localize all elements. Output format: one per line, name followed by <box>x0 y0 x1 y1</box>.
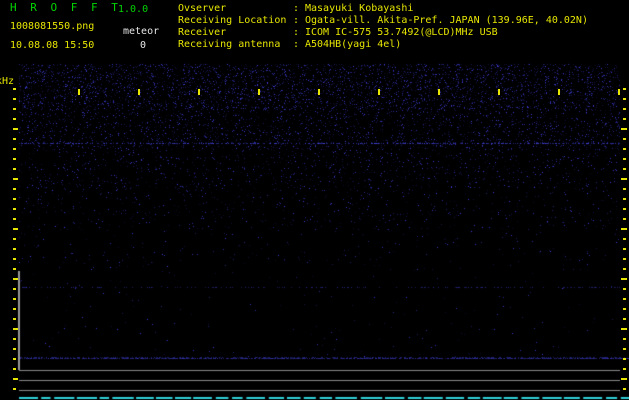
axis-tick <box>13 98 16 100</box>
axis-tick <box>623 148 626 150</box>
axis-tick <box>621 278 627 280</box>
axis-tick <box>13 318 16 320</box>
axis-tick <box>623 358 626 360</box>
app-version: 1.0.0 <box>118 4 149 15</box>
axis-tick <box>623 218 626 220</box>
axis-tick <box>623 198 626 200</box>
output-filename: 1008081550.png <box>10 21 95 32</box>
axis-tick <box>623 108 626 110</box>
spectrogram-canvas <box>0 0 629 400</box>
axis-tick <box>623 238 626 240</box>
station-info-row: Receiver: ICOM IC-575 53.7492(@LCD)MHz US… <box>178 27 498 39</box>
hrofft-window: H R O F F T 1.0.0 1008081550.png meteor … <box>0 0 629 400</box>
axis-tick <box>623 338 626 340</box>
info-label: Receiver <box>178 27 227 38</box>
axis-tick <box>13 128 18 130</box>
axis-tick <box>13 188 16 190</box>
axis-tick <box>258 89 260 95</box>
info-value: Ogata-vill. Akita-Pref. JAPAN (139.96E, … <box>305 15 588 26</box>
axis-tick <box>13 348 16 350</box>
axis-tick <box>623 158 626 160</box>
axis-tick <box>623 88 626 90</box>
axis-tick <box>13 338 16 340</box>
axis-tick <box>623 318 626 320</box>
axis-tick <box>13 378 18 380</box>
axis-tick <box>623 348 626 350</box>
observation-mode: meteor <box>123 26 160 37</box>
info-separator: : <box>293 3 300 14</box>
axis-tick <box>78 89 80 95</box>
axis-tick <box>621 178 627 180</box>
axis-tick <box>13 138 16 140</box>
axis-tick <box>623 98 626 100</box>
axis-tick <box>623 168 626 170</box>
axis-tick <box>498 89 500 95</box>
axis-tick <box>623 208 626 210</box>
axis-tick <box>13 248 16 250</box>
axis-tick <box>13 388 16 390</box>
info-label: Receiving antenna <box>178 39 281 50</box>
info-separator: : <box>293 15 300 26</box>
axis-tick <box>623 268 626 270</box>
axis-tick <box>623 118 626 120</box>
axis-tick <box>198 89 200 95</box>
axis-tick <box>621 128 627 130</box>
axis-tick <box>623 368 626 370</box>
axis-tick <box>13 328 18 330</box>
axis-tick <box>438 89 440 95</box>
axis-tick <box>13 218 16 220</box>
axis-tick <box>623 248 626 250</box>
axis-tick <box>623 388 626 390</box>
axis-tick <box>13 178 18 180</box>
axis-tick <box>13 358 16 360</box>
axis-tick <box>623 308 626 310</box>
axis-tick <box>13 148 16 150</box>
axis-tick <box>13 298 16 300</box>
axis-tick <box>621 378 627 380</box>
axis-tick <box>623 138 626 140</box>
axis-tick <box>318 89 320 95</box>
axis-tick <box>13 238 16 240</box>
axis-tick <box>621 228 627 230</box>
axis-tick <box>13 158 16 160</box>
info-label: Ovserver <box>178 3 227 14</box>
axis-tick <box>138 89 140 95</box>
axis-tick <box>13 368 16 370</box>
freq-axis-unit-label: kHz <box>0 76 15 87</box>
axis-tick <box>623 288 626 290</box>
info-value: Masayuki Kobayashi <box>305 3 414 14</box>
station-info-row: Ovserver: Masayuki Kobayashi <box>178 3 413 15</box>
axis-tick <box>13 288 16 290</box>
axis-tick <box>623 298 626 300</box>
axis-tick <box>13 208 16 210</box>
info-label: Receiving Location <box>178 15 287 26</box>
axis-tick <box>558 89 560 95</box>
info-value: ICOM IC-575 53.7492(@LCD)MHz USB <box>305 27 498 38</box>
axis-tick <box>13 118 16 120</box>
axis-tick <box>623 258 626 260</box>
axis-tick <box>13 228 18 230</box>
axis-tick <box>623 188 626 190</box>
axis-tick <box>13 268 16 270</box>
axis-tick <box>378 89 380 95</box>
axis-tick <box>13 168 16 170</box>
axis-tick <box>13 88 16 90</box>
app-title: H R O F F T <box>10 1 122 14</box>
station-info-row: Receiving antenna: A504HB(yagi 4el) <box>178 39 401 51</box>
axis-tick <box>13 108 16 110</box>
axis-tick <box>13 278 18 280</box>
observation-datetime: 10.08.08 15:50 <box>10 40 95 51</box>
info-separator: : <box>293 27 300 38</box>
axis-tick <box>13 198 16 200</box>
station-info-row: Receiving Location: Ogata-vill. Akita-Pre… <box>178 15 588 27</box>
axis-tick <box>13 258 16 260</box>
axis-tick <box>13 308 16 310</box>
meteor-count: 0 <box>140 40 147 51</box>
info-value: A504HB(yagi 4el) <box>305 39 402 50</box>
axis-tick <box>618 89 620 95</box>
axis-tick <box>621 328 627 330</box>
info-separator: : <box>293 39 300 50</box>
